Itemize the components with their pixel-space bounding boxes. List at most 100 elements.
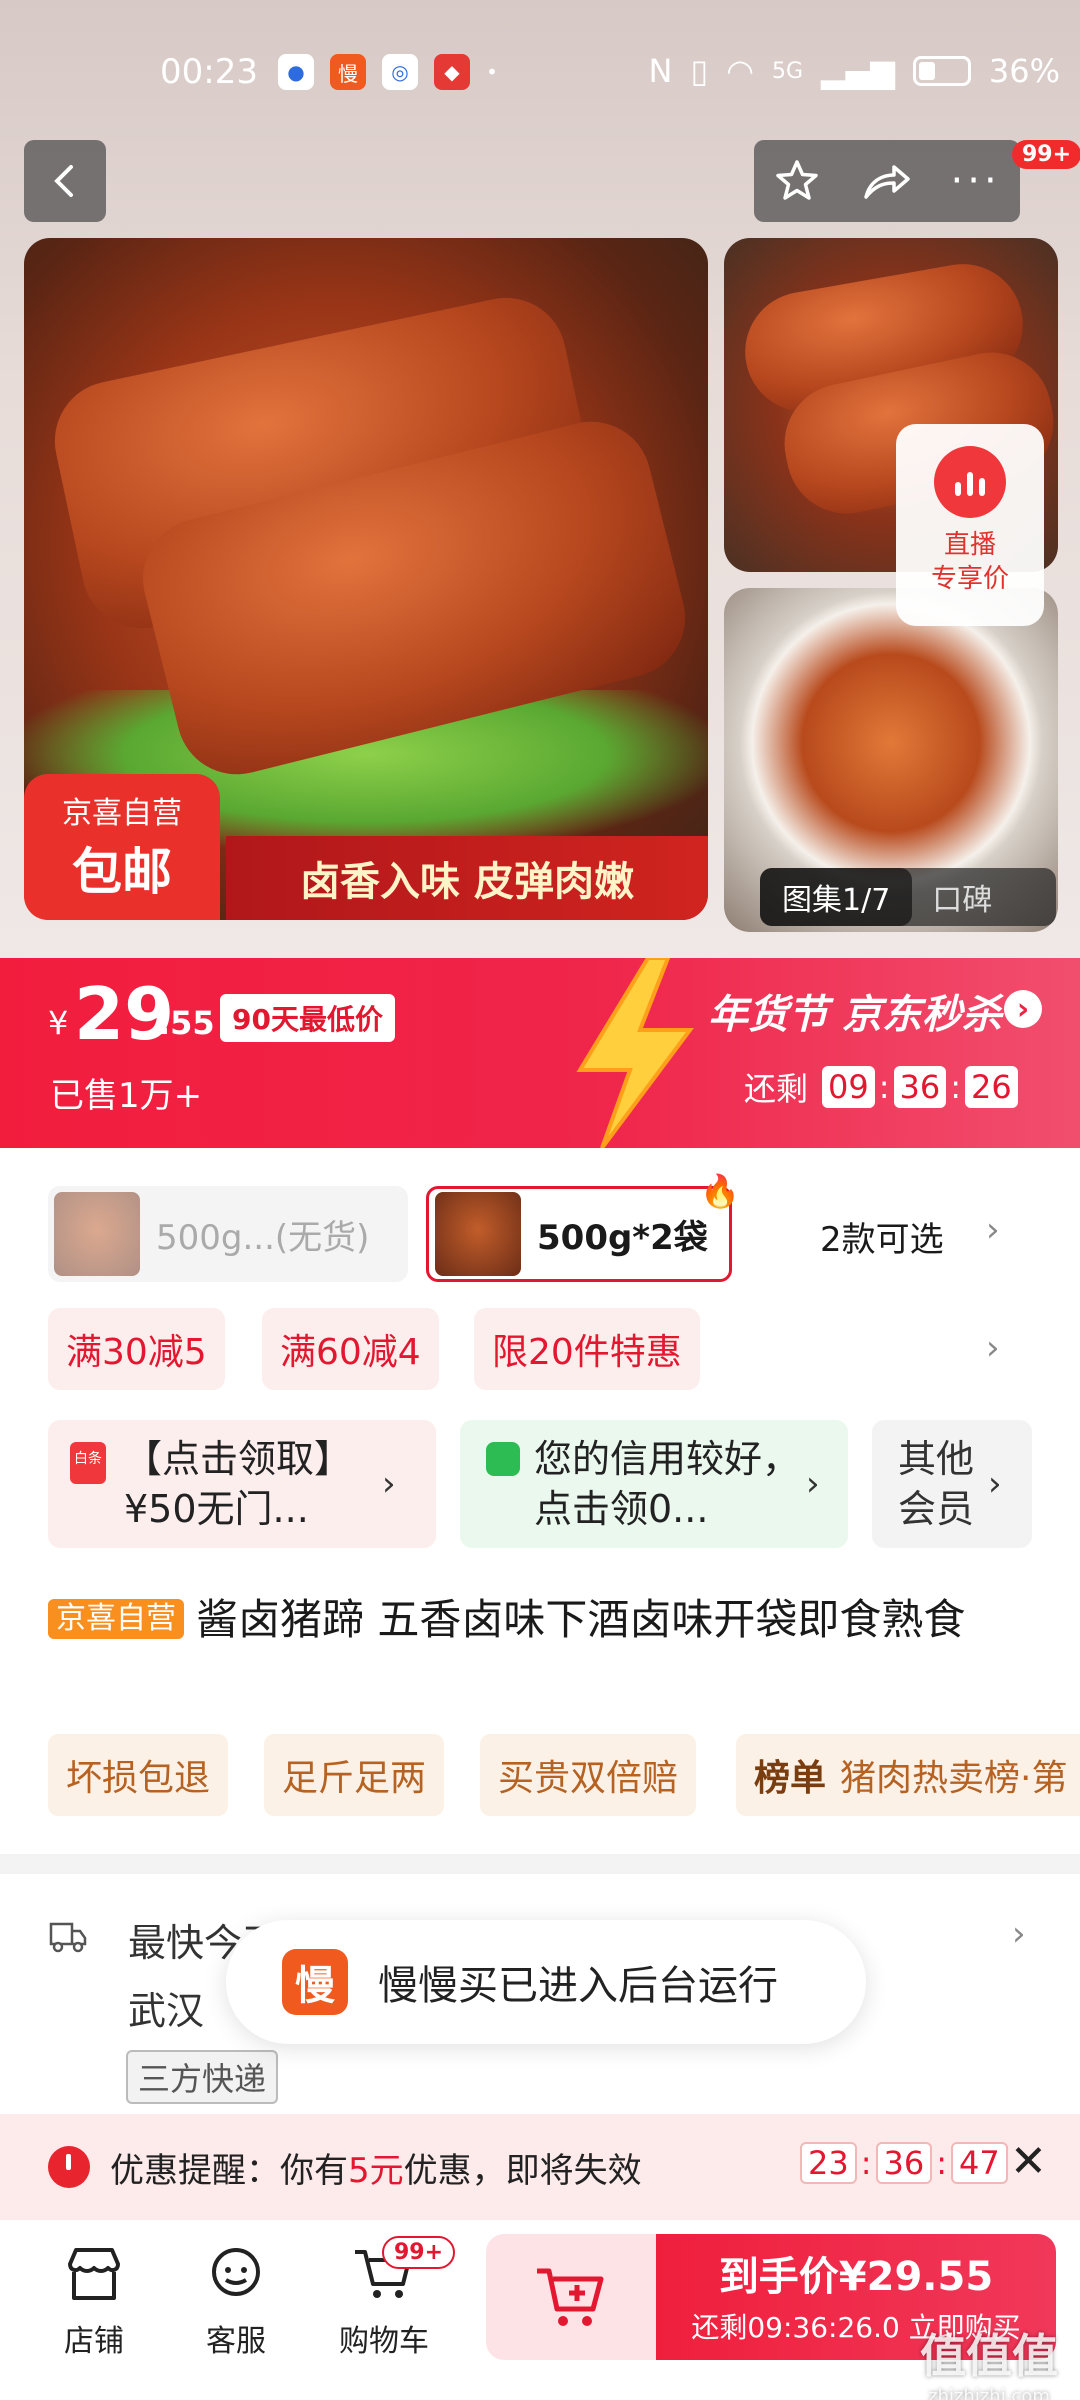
favorite-star-icon[interactable]	[773, 157, 821, 205]
countdown-minutes: 36	[893, 1066, 947, 1108]
chevron-right-icon[interactable]: ›	[986, 1328, 1000, 1368]
close-icon[interactable]: ✕	[1010, 2136, 1047, 2187]
sku-option-1[interactable]: 500g...(无货)	[48, 1186, 408, 1282]
rank-tag[interactable]: 榜单 猪肉热卖榜·第	[736, 1734, 1080, 1816]
chevron-right-icon[interactable]: ›	[1012, 1914, 1026, 1954]
reminder-amount: 5元	[348, 2150, 404, 2191]
baidu-icon: ●	[278, 54, 314, 90]
price-decimal: .55	[158, 1004, 215, 1042]
image-slogan: 卤香入味 皮弹肉嫩	[226, 836, 708, 920]
badge-bottom-text: 包邮	[72, 843, 172, 901]
badge-top-text: 京喜自营	[62, 796, 182, 831]
delivery-line-2: 武汉	[128, 1989, 205, 2033]
search-app-icon: ◎	[382, 54, 418, 90]
countdown-seconds: 26	[965, 1066, 1018, 1108]
product-hero: 00:23 ● 慢 ◎ ◆ • N ▯ ◠ 5G ▂▄▆ 36% ··· 99+	[0, 0, 1080, 958]
gallery-tabs: 图集1/7 口碑	[760, 868, 1056, 926]
customer-service-tab[interactable]: 客服	[176, 2238, 296, 2360]
live-price-button[interactable]: 直播 专享价	[896, 424, 1044, 626]
status-bar: 00:23 ● 慢 ◎ ◆ • N ▯ ◠ 5G ▂▄▆ 36%	[0, 48, 1080, 98]
store-tab[interactable]: 店铺	[34, 2238, 154, 2360]
more-dot-icon: •	[486, 60, 498, 84]
manmanmai-icon: 慢	[330, 54, 366, 90]
seckill-title[interactable]: 年货节 京东秒杀	[708, 982, 1002, 1040]
chevron-right-icon: ›	[988, 1464, 1002, 1504]
jingxi-self-tag: 京喜自营	[48, 1599, 184, 1639]
carrier-tag: 三方快递	[126, 2050, 279, 2104]
coupon-baitiao[interactable]: 白条 【点击领取】¥50无门... ›	[48, 1420, 436, 1548]
manmanmai-toast-icon: 慢	[282, 1949, 348, 2015]
sold-count: 已售1万+	[50, 1076, 203, 1116]
chat-icon	[176, 2238, 296, 2310]
product-info-card: 500g...(无货) 500g*2袋 🔥 2款可选 › 满30减5 满60减4…	[0, 1148, 1080, 1854]
bottom-action-bar: 店铺 客服 购物车 99+ 到手价¥29.55 还剩09:36:26.0 立即购…	[0, 2220, 1080, 2400]
seckill-countdown: 还剩 09: 36: 26	[744, 1064, 1022, 1110]
status-app-icons: ● 慢 ◎ ◆ •	[278, 54, 498, 90]
reminder-minutes: 36	[875, 2142, 933, 2184]
reminder-suffix: 优惠，即将失效	[403, 2150, 642, 2191]
service-tag-3[interactable]: 买贵双倍赔	[480, 1734, 697, 1816]
back-button[interactable]	[24, 140, 106, 222]
wifi-icon: ◠	[726, 52, 754, 90]
countdown-label: 还剩	[744, 1070, 809, 1108]
green-bag-icon	[486, 1442, 520, 1476]
countdown-hours: 09	[822, 1066, 875, 1108]
more-options-icon[interactable]: ···	[951, 161, 1001, 201]
rank-label: 榜单	[754, 1758, 827, 1799]
baitiao-icon: 白条	[70, 1442, 106, 1484]
lightning-bolt-icon	[576, 958, 694, 1148]
coupon-text-3: 其他会员	[898, 1437, 975, 1531]
chevron-right-icon: ›	[382, 1464, 396, 1504]
battery-icon	[912, 56, 971, 86]
chevron-left-icon	[54, 165, 73, 197]
coupon-text-1: 【点击领取】¥50无门...	[124, 1437, 353, 1531]
add-to-cart-button[interactable]	[486, 2234, 656, 2360]
store-label: 店铺	[64, 2324, 124, 2359]
status-right: N ▯ ◠ 5G ▂▄▆ 36%	[649, 52, 1060, 90]
reminder-text: 优惠提醒：你有5元优惠，即将失效	[110, 2143, 642, 2192]
buy-price-text: 到手价¥29.55	[718, 2254, 994, 2300]
clock-icon	[48, 2146, 90, 2188]
reviews-tab[interactable]: 口碑	[912, 875, 992, 919]
site-watermark: 值值值 zhizhizhi.com	[920, 2320, 1058, 2400]
service-label: 客服	[206, 2324, 266, 2359]
sku-label-1: 500g...(无货)	[156, 1217, 370, 1258]
hot-flame-icon: 🔥	[700, 1172, 740, 1210]
promo-tag-1[interactable]: 满30减5	[48, 1308, 225, 1390]
reminder-hours: 23	[800, 2142, 857, 2184]
share-icon[interactable]	[860, 157, 912, 205]
chevron-right-icon: ›	[806, 1464, 820, 1504]
cart-label: 购物车	[339, 2324, 429, 2359]
vibrate-icon: ▯	[690, 52, 709, 90]
gallery-count-tab[interactable]: 图集1/7	[760, 868, 913, 926]
watermark-sub: zhizhizhi.com	[928, 2386, 1050, 2400]
lowest-price-tag: 90天最低价	[220, 994, 395, 1042]
add-cart-icon	[537, 2268, 604, 2326]
price-banner: ¥ 29 .55 90天最低价 已售1万+ 年货节 京东秒杀 › 还剩 09: …	[0, 958, 1080, 1148]
seckill-arrow-icon[interactable]: ›	[1004, 990, 1042, 1028]
jingxi-badge: 京喜自营 包邮	[24, 774, 220, 920]
sku-thumb-1	[54, 1192, 140, 1276]
service-tag-2[interactable]: 足斤足两	[264, 1734, 445, 1816]
reminder-countdown: 23: 36: 47	[796, 2142, 1012, 2184]
product-title-text: 酱卤猪蹄 五香卤味下酒卤味开袋即食熟食	[196, 1595, 966, 1644]
coupon-credit[interactable]: 您的信用较好，点击领0... ›	[460, 1420, 848, 1548]
chevron-right-icon[interactable]: ›	[986, 1210, 1000, 1250]
sku-option-2-selected[interactable]: 500g*2袋	[426, 1186, 732, 1282]
background-toast: 慢 慢慢买已进入后台运行	[226, 1920, 866, 2044]
price-currency: ¥	[48, 1004, 69, 1042]
watermark-main: 值值值	[920, 2329, 1058, 2383]
signal-5g-icon: 5G	[772, 58, 804, 84]
sku-more-options[interactable]: 2款可选	[820, 1212, 944, 1261]
promo-tag-3[interactable]: 限20件特惠	[474, 1308, 700, 1390]
live-bars-icon	[934, 446, 1006, 518]
store-icon	[34, 2238, 154, 2310]
promo-tag-2[interactable]: 满60减4	[262, 1308, 439, 1390]
battery-level: 36%	[988, 52, 1060, 90]
sku-label-2: 500g*2袋	[537, 1217, 708, 1258]
live-label-2: 专享价	[930, 564, 1009, 594]
message-badge: 99+	[1012, 140, 1080, 169]
service-tag-1[interactable]: 坏损包退	[48, 1734, 229, 1816]
coupon-member[interactable]: 其他会员 ›	[872, 1420, 1032, 1548]
discount-reminder[interactable]: 优惠提醒：你有5元优惠，即将失效 23: 36: 47 ✕	[0, 2114, 1080, 2220]
